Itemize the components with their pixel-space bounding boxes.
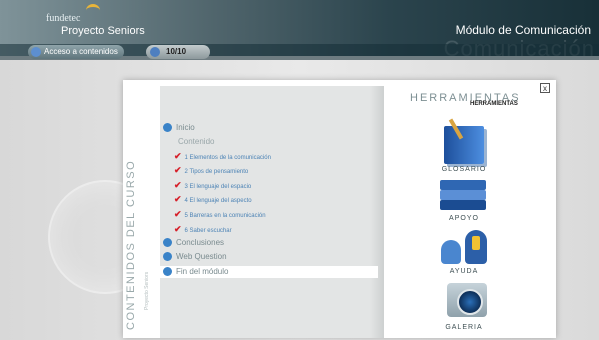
camera-icon[interactable] [447,283,487,317]
menu-subitem[interactable]: ✔ 3 El lenguaje del espacio [174,179,251,191]
menu-subitem-label: 3 El lenguaje del espacio [184,184,252,190]
menu-item-fin-modulo[interactable]: Fin del módulo [160,266,378,278]
bullet-icon [163,238,172,248]
support-label[interactable]: Apoyo [429,215,499,222]
menu-subitem[interactable]: ✔ 5 Barreras en la comunicación [174,208,266,220]
check-icon: ✔ [174,151,182,161]
menu-subitem[interactable]: ✔ 2 Tipos de pensamiento [174,164,248,176]
menu-subitem-label: 5 Barreras en la comunicación [184,213,266,219]
page-counter-value: 10/10 [166,47,187,56]
bullet-icon [163,252,172,262]
check-icon: ✔ [174,224,182,234]
brand-name: fundetec [46,13,81,24]
support-books-icon[interactable] [440,180,486,212]
glossary-label[interactable]: Glosario [429,166,499,173]
bullet-icon [163,267,172,277]
tools-subtitle: Herramientas [470,101,518,107]
pages-icon [150,47,160,57]
check-icon: ✔ [174,165,182,175]
menu-subitem[interactable]: ✔ 6 Saber escuchar [174,223,232,235]
menu-item-label: Inicio [176,123,195,132]
bullet-icon [163,123,172,133]
menu-subitem[interactable]: ✔ 1 Elementos de la comunicación [174,150,271,162]
menu-item-conclusiones[interactable]: Conclusiones [160,237,224,249]
close-button[interactable]: x [540,83,550,93]
check-icon: ✔ [174,194,182,204]
menu-item-label: Conclusiones [176,238,225,247]
menu-item-label: Web Question [176,252,227,261]
menu-shadow [370,86,384,338]
help-label[interactable]: Ayuda [429,268,499,275]
home-icon [31,47,41,57]
course-contents-title: CONTENIDOS DEL CURSO [125,159,137,330]
module-title: Módulo de Comunicación [455,23,591,37]
logo-icon [86,4,100,17]
help-people-icon[interactable] [441,230,489,266]
access-contents-button[interactable]: Acceso a contenidos [28,45,124,59]
menu-subitem-label: 6 Saber escuchar [184,228,232,234]
page-counter[interactable]: 10/10 [146,45,210,59]
glossary-book-icon[interactable] [444,126,484,164]
menu-item-label: Fin del módulo [176,267,229,276]
menu-subitem-label: 4 El lenguaje del aspecto [184,198,252,204]
gallery-label[interactable]: Galeria [429,324,499,331]
check-icon: ✔ [174,209,182,219]
menu-subitem-label: 1 Elementos de la comunicación [184,155,271,161]
check-icon: ✔ [174,180,182,190]
access-contents-label: Acceso a contenidos [44,47,118,56]
menu-item-web-question[interactable]: Web Question [160,251,227,263]
lens-icon [457,289,483,315]
menu-section-contenido: Contenido [178,137,215,146]
course-contents-subtitle: Proyecto Seniors [144,271,150,310]
menu-subitem-label: 2 Tipos de pensamiento [184,169,249,175]
menu-subitem[interactable]: ✔ 4 El lenguaje del aspecto [174,193,252,205]
project-name: Proyecto Seniors [61,25,145,37]
menu-item-inicio[interactable]: Inicio [160,122,195,134]
